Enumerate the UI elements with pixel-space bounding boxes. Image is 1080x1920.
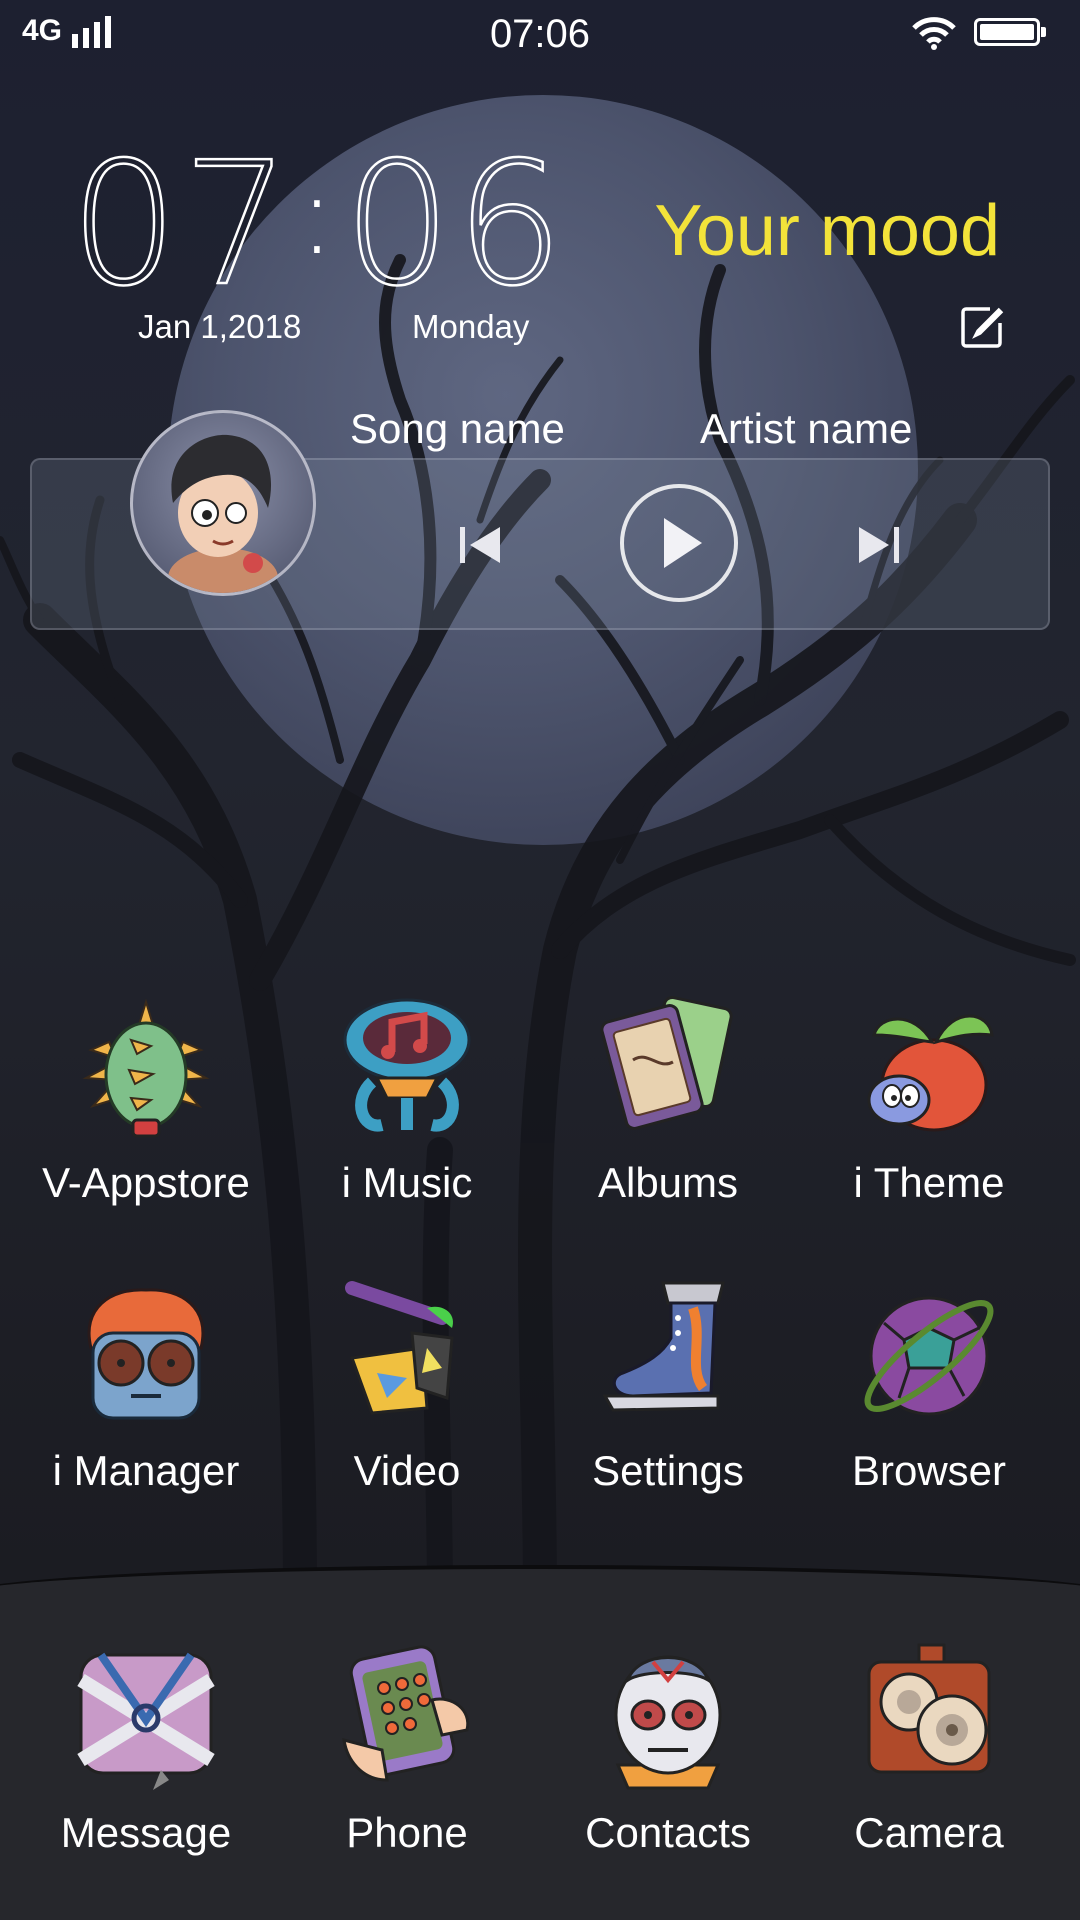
mood-text[interactable]: Your mood	[654, 190, 1000, 272]
home-screen: 4G 07:06 07:06 Jan 1,2018 Monday Your mo…	[0, 0, 1080, 1920]
monster-face-icon	[87, 1288, 205, 1420]
app-label: Contacts	[585, 1809, 751, 1856]
wifi-icon	[912, 17, 956, 50]
album-art-avatar[interactable]	[130, 410, 316, 596]
zombie-face-icon	[614, 1655, 722, 1790]
play-button[interactable]	[620, 484, 738, 602]
artist-name: Artist name	[700, 405, 913, 452]
tomato-creature-icon	[867, 1014, 994, 1132]
camera-icon	[867, 1643, 991, 1774]
app-browser[interactable]: Browser	[799, 1278, 1059, 1495]
app-i-theme[interactable]: i Theme	[799, 990, 1059, 1207]
music-note-icon	[343, 998, 471, 1132]
app-phone[interactable]: Phone	[277, 1640, 537, 1857]
app-contacts[interactable]: Contacts	[538, 1640, 798, 1857]
app-albums[interactable]: Albums	[538, 990, 798, 1207]
status-bar: 4G 07:06	[0, 0, 1080, 70]
app-label: Message	[60, 1809, 232, 1856]
planet-ball-icon	[864, 1296, 994, 1416]
previous-track-icon[interactable]	[458, 525, 504, 565]
cartoon-boy-icon	[168, 434, 278, 593]
keypad-phone-icon	[342, 1645, 470, 1782]
play-icon	[664, 518, 702, 568]
app-label: Video	[353, 1447, 461, 1494]
spiky-cactus-icon	[82, 998, 210, 1138]
app-video[interactable]: Video	[277, 1278, 537, 1495]
app-v-appstore[interactable]: V-Appstore	[16, 990, 276, 1207]
clock-weekday: Monday	[412, 308, 530, 345]
next-track-icon[interactable]	[855, 525, 901, 565]
app-label: Browser	[851, 1447, 1007, 1494]
app-i-manager[interactable]: i Manager	[16, 1278, 276, 1495]
axe-icon	[345, 1281, 454, 1415]
clock-widget-time[interactable]: 07:06	[69, 130, 568, 312]
app-i-music[interactable]: i Music	[277, 990, 537, 1207]
app-label: i Manager	[52, 1447, 240, 1494]
app-label: Phone	[346, 1809, 468, 1856]
clock-hours: 07	[69, 126, 295, 324]
envelope-icon	[77, 1652, 215, 1790]
edit-icon[interactable]	[960, 305, 1004, 349]
song-name: Song name	[350, 405, 565, 452]
battery-icon	[974, 18, 1046, 46]
app-settings[interactable]: Settings	[538, 1278, 798, 1495]
clock-minutes: 06	[342, 126, 568, 324]
app-label: Albums	[597, 1159, 739, 1206]
app-camera[interactable]: Camera	[799, 1640, 1059, 1857]
app-label: i Theme	[853, 1159, 1005, 1206]
app-label: i Music	[341, 1159, 473, 1206]
app-label: Settings	[592, 1447, 744, 1494]
app-message[interactable]: Message	[16, 1640, 276, 1857]
photo-cards-icon	[600, 996, 733, 1130]
app-label: Camera	[854, 1809, 1004, 1856]
app-label: V-Appstore	[42, 1159, 250, 1206]
boot-icon	[602, 1281, 725, 1412]
clock-colon: :	[298, 151, 340, 279]
clock-date: Jan 1,2018	[138, 308, 302, 345]
